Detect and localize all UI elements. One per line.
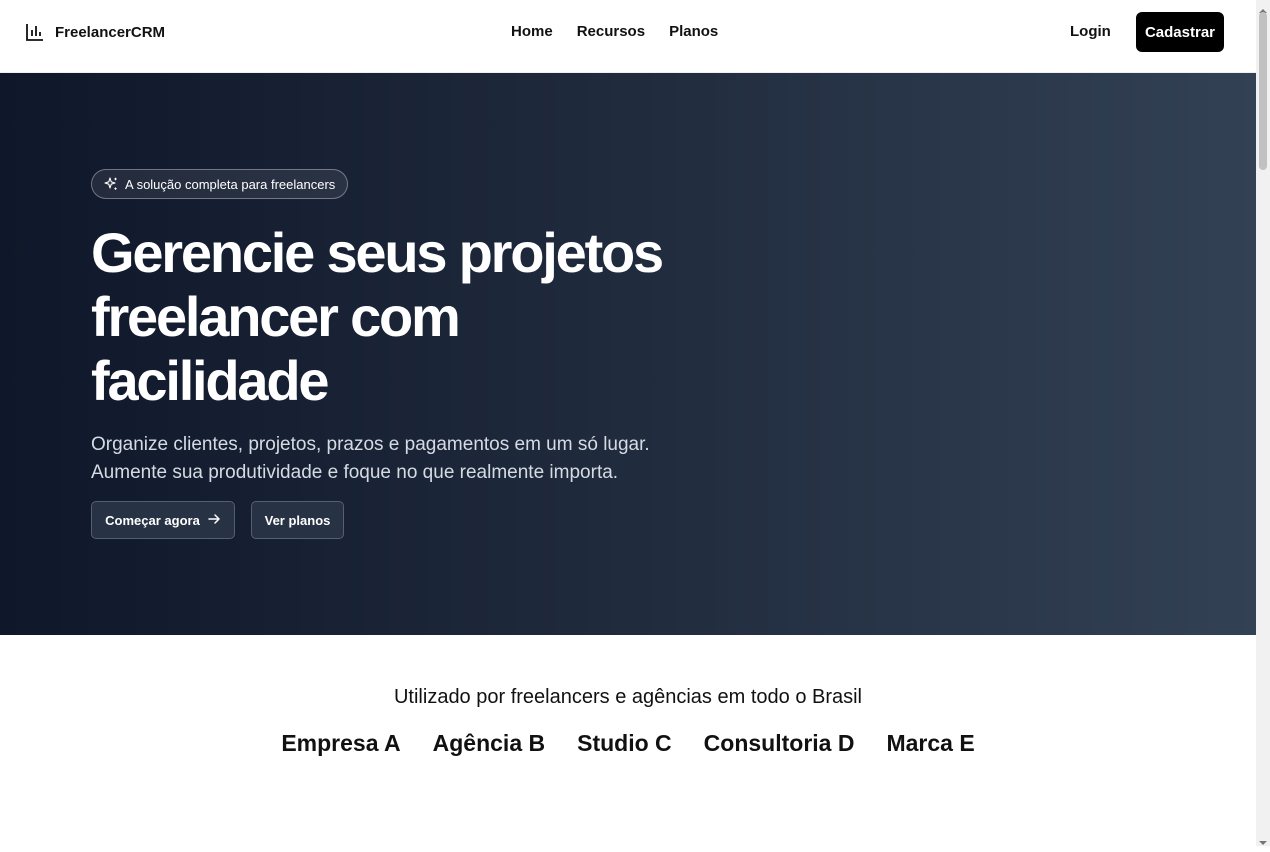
scroll-up-arrow-icon[interactable] (1259, 2, 1267, 13)
start-now-button[interactable]: Começar agora (91, 501, 235, 539)
nav-planos-link[interactable]: Planos (669, 23, 718, 40)
scrollbar-thumb[interactable] (1259, 12, 1267, 170)
hero-subtitle-line: Organize clientes, projetos, prazos e pa… (91, 434, 650, 455)
hero-title-line: Gerencie seus projetos (91, 221, 664, 284)
arrow-right-icon (208, 513, 221, 528)
hero-title-line: facilidade (91, 349, 330, 412)
sparkles-icon (104, 177, 118, 191)
landing-page: FreelancerCRM Home Recursos Planos Login… (0, 0, 1256, 846)
signup-button[interactable]: Cadastrar (1136, 12, 1224, 52)
client-logos: Empresa A Agência B Studio C Consultoria… (0, 730, 1256, 757)
trusted-by-heading: Utilizado por freelancers e agências em … (393, 686, 863, 708)
client-logo: Marca E (886, 730, 975, 756)
hero-subtitle: Organize clientes, projetos, prazos e pa… (91, 431, 731, 487)
client-logo: Empresa A (281, 730, 401, 756)
main-nav: Home Recursos Planos (511, 23, 718, 40)
nav-home-link[interactable]: Home (511, 23, 553, 40)
brand-logo[interactable]: FreelancerCRM (25, 22, 165, 42)
hero-title: Gerencie seus projetos freelancer com fa… (91, 221, 731, 413)
top-nav: FreelancerCRM Home Recursos Planos Login… (0, 0, 1256, 73)
login-link[interactable]: Login (1070, 23, 1111, 40)
client-logo: Agência B (432, 730, 546, 756)
nav-recursos-link[interactable]: Recursos (577, 23, 645, 40)
hero-section: A solução completa para freelancers Gere… (0, 73, 1256, 635)
client-logo: Studio C (577, 730, 672, 756)
view-plans-button[interactable]: Ver planos (251, 501, 344, 539)
scroll-down-arrow-icon[interactable] (1259, 834, 1267, 845)
start-now-label: Começar agora (105, 512, 200, 528)
hero-subtitle-line: Aumente sua produtividade e foque no que… (91, 462, 619, 483)
page-scrollbar[interactable] (1256, 0, 1270, 846)
bar-chart-icon (25, 22, 45, 42)
hero-badge-text: A solução completa para freelancers (125, 176, 336, 192)
brand-name: FreelancerCRM (55, 23, 166, 41)
hero-title-line: freelancer com (91, 285, 461, 348)
hero-badge: A solução completa para freelancers (91, 169, 349, 199)
client-logo: Consultoria D (703, 730, 855, 756)
